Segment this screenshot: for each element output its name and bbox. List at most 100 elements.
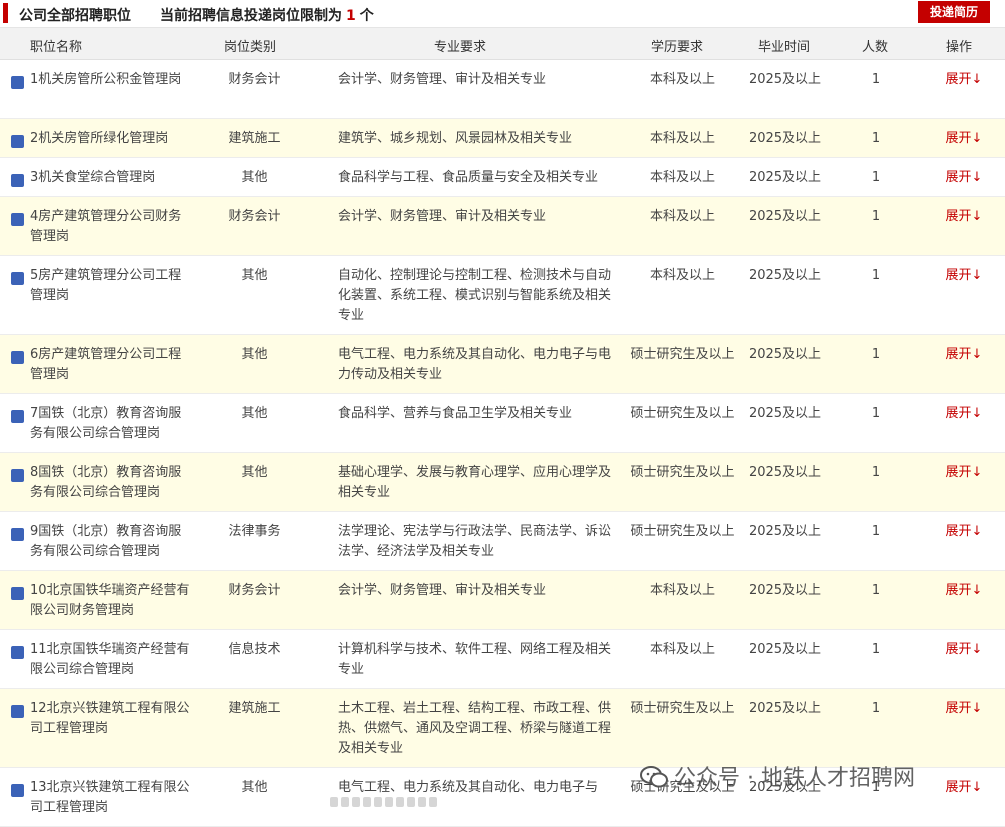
expand-link[interactable]: 展开↓ [942,463,986,483]
wechat-icon [640,766,668,788]
expand-link[interactable]: 展开↓ [942,70,986,90]
col-header-graduation: 毕业时间 [758,40,811,55]
cell-job-type: 信息技术 [228,642,281,657]
cell-major: 土木工程、岩土工程、结构工程、市政工程、供热、供燃气、通风及空调工程、桥梁与隧道… [338,701,612,756]
watermark-text: 公众号 · 地铁人才招聘网 [674,766,915,791]
cell-education: 硕士研究生及以上 [630,347,735,362]
apply-resume-button[interactable]: 投递简历 [918,1,990,23]
cell-count: 1 [871,524,881,539]
limit-suffix: 个 [359,8,374,24]
cell-job-name: 10北京国铁华瑞资产经营有限公司财务管理岗 [30,583,190,618]
table-row: 8国铁（北京）教育咨询服务有限公司综合管理岗 其他 基础心理学、发展与教育心理学、应… [0,453,1005,512]
expand-link[interactable]: 展开↓ [942,168,986,188]
cell-job-name: 6房产建筑管理分公司工程管理岗 [30,347,182,382]
cell-job-name: 1机关房管所公积金管理岗 [30,72,182,87]
watermark: 公众号 · 地铁人才招聘网 [640,760,1000,792]
row-select-checkbox[interactable] [11,528,24,541]
cell-education: 硕士研究生及以上 [630,406,735,421]
blurred-text [330,792,460,807]
expand-link[interactable]: 展开↓ [942,640,986,660]
cell-education: 硕士研究生及以上 [630,701,735,716]
row-select-checkbox[interactable] [11,784,24,797]
row-select-checkbox[interactable] [11,646,24,659]
title-marker [3,3,8,23]
row-select-checkbox[interactable] [11,469,24,482]
cell-job-type: 建筑施工 [228,131,281,146]
cell-job-type: 财务会计 [228,72,281,87]
row-select-checkbox[interactable] [11,410,24,423]
limit-value: 1 [346,8,356,24]
table-row: 3机关食堂综合管理岗 其他 食品科学与工程、食品质量与安全及相关专业 本科及以上 202… [0,158,1005,197]
cell-job-name: 12北京兴铁建筑工程有限公司工程管理岗 [30,701,190,736]
expand-link[interactable]: 展开↓ [942,404,986,424]
expand-link[interactable]: 展开↓ [942,129,986,149]
cell-count: 1 [871,131,881,146]
expand-link[interactable]: 展开↓ [942,266,986,286]
table-row: 1机关房管所公积金管理岗 财务会计 会计学、财务管理、审计及相关专业 本科及以上 202… [0,60,1005,119]
cell-count: 1 [871,642,881,657]
job-table-body: 1机关房管所公积金管理岗 财务会计 会计学、财务管理、审计及相关专业 本科及以上 202… [0,60,1005,827]
row-select-checkbox[interactable] [11,213,24,226]
row-select-checkbox[interactable] [11,174,24,187]
table-row: 12北京兴铁建筑工程有限公司工程管理岗 建筑施工 土木工程、岩土工程、结构工程、市政… [0,689,1005,768]
row-select-checkbox[interactable] [11,272,24,285]
cell-job-name: 4房产建筑管理分公司财务管理岗 [30,209,182,244]
limit-prefix: 当前招聘信息投递岗位限制为 [160,8,342,24]
cell-major: 食品科学、营养与食品卫生学及相关专业 [338,406,573,421]
row-select-checkbox[interactable] [11,587,24,600]
cell-graduation: 2025及以上 [748,583,822,598]
col-header-action: 操作 [946,40,973,55]
cell-education: 硕士研究生及以上 [630,524,735,539]
cell-job-name: 11北京国铁华瑞资产经营有限公司综合管理岗 [30,642,190,677]
limit-notice: 当前招聘信息投递岗位限制为 1 个 [160,5,374,25]
cell-graduation: 2025及以上 [748,209,822,224]
cell-education: 硕士研究生及以上 [630,465,735,480]
cell-education: 本科及以上 [649,583,715,598]
row-select-checkbox[interactable] [11,705,24,718]
cell-job-name: 2机关房管所绿化管理岗 [30,131,169,146]
cell-major: 计算机科学与技术、软件工程、网络工程及相关专业 [338,642,612,677]
cell-job-type: 财务会计 [228,209,281,224]
row-select-checkbox[interactable] [11,351,24,364]
cell-count: 1 [871,209,881,224]
cell-graduation: 2025及以上 [748,642,822,657]
cell-count: 1 [871,268,881,283]
col-header-name: 职位名称 [30,40,83,55]
cell-graduation: 2025及以上 [748,406,822,421]
expand-link[interactable]: 展开↓ [942,581,986,601]
expand-link[interactable]: 展开↓ [942,207,986,227]
cell-major: 会计学、财务管理、审计及相关专业 [338,72,547,87]
cell-job-type: 其他 [241,465,268,480]
cell-job-name: 5房产建筑管理分公司工程管理岗 [30,268,182,303]
col-header-count: 人数 [862,40,889,55]
expand-link[interactable]: 展开↓ [942,699,986,719]
table-row: 4房产建筑管理分公司财务管理岗 财务会计 会计学、财务管理、审计及相关专业 本科及以上… [0,197,1005,256]
expand-link[interactable]: 展开↓ [942,522,986,542]
row-select-checkbox[interactable] [11,76,24,89]
cell-count: 1 [871,465,881,480]
cell-job-name: 7国铁（北京）教育咨询服务有限公司综合管理岗 [30,406,182,441]
cell-job-type: 法律事务 [228,524,281,539]
top-bar: 公司全部招聘职位 当前招聘信息投递岗位限制为 1 个 投递简历 [0,0,1005,28]
cell-major: 建筑学、城乡规划、风景园林及相关专业 [338,131,573,146]
cell-job-name: 9国铁（北京）教育咨询服务有限公司综合管理岗 [30,524,182,559]
cell-count: 1 [871,347,881,362]
cell-graduation: 2025及以上 [748,465,822,480]
cell-major: 电气工程、电力系统及其自动化、电力电子与电力传动及相关专业 [338,347,612,382]
cell-job-name: 13北京兴铁建筑工程有限公司工程管理岗 [30,780,190,815]
cell-graduation: 2025及以上 [748,524,822,539]
cell-count: 1 [871,583,881,598]
cell-major: 会计学、财务管理、审计及相关专业 [338,209,547,224]
cell-job-type: 其他 [241,170,268,185]
cell-education: 本科及以上 [649,268,715,283]
cell-count: 1 [871,406,881,421]
expand-link[interactable]: 展开↓ [942,345,986,365]
cell-count: 1 [871,170,881,185]
table-row: 7国铁（北京）教育咨询服务有限公司综合管理岗 其他 食品科学、营养与食品卫生学及相关… [0,394,1005,453]
table-row: 11北京国铁华瑞资产经营有限公司综合管理岗 信息技术 计算机科学与技术、软件工程、网… [0,630,1005,689]
cell-education: 本科及以上 [649,209,715,224]
cell-job-type: 其他 [241,406,268,421]
cell-major: 食品科学与工程、食品质量与安全及相关专业 [338,170,599,185]
col-header-major: 专业要求 [434,40,487,55]
row-select-checkbox[interactable] [11,135,24,148]
